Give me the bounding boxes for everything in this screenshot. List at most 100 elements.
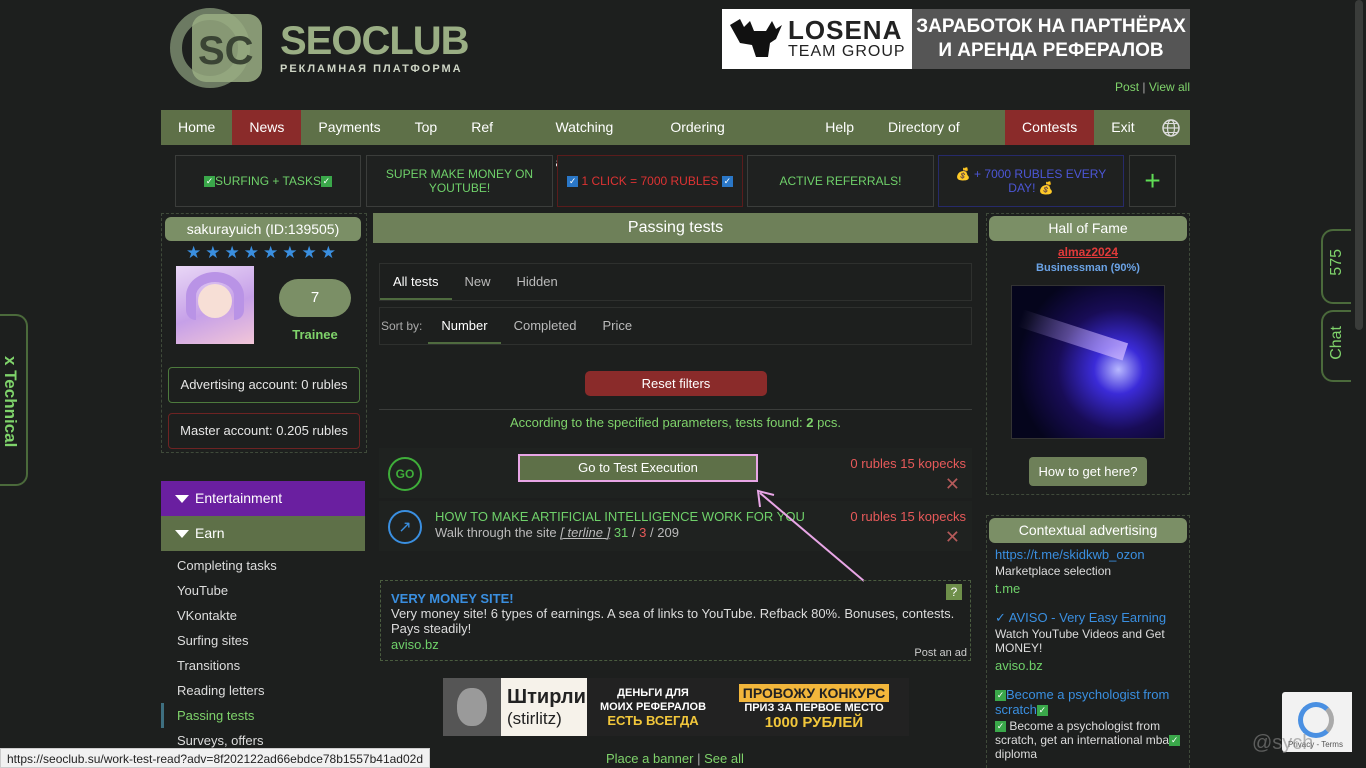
master-account[interactable]: Master account: 0.205 rubles bbox=[168, 413, 360, 449]
promo-surfing-tasks[interactable]: ✓ SURFING + TASKS ✓ bbox=[175, 155, 361, 207]
user-rank: Trainee bbox=[292, 327, 338, 342]
site-logo[interactable]: SC SEOCLUB РЕКЛАМНАЯ ПЛАТФОРМА bbox=[170, 8, 470, 88]
menu-passing-tests[interactable]: Passing tests bbox=[161, 703, 365, 728]
how-to-get-here-button[interactable]: How to get here? bbox=[1029, 457, 1147, 486]
hide-test-icon[interactable]: ✕ bbox=[945, 528, 960, 546]
nav-news[interactable]: News bbox=[232, 110, 302, 145]
check-icon: ✓ bbox=[320, 176, 332, 188]
menu-completing-tasks[interactable]: Completing tasks bbox=[161, 553, 365, 578]
nav-exit[interactable]: Exit bbox=[1094, 110, 1151, 145]
tab-all-tests[interactable]: All tests bbox=[380, 264, 452, 300]
ctx-ad-link[interactable]: ✓ Become a psychologist from scratch ✓ bbox=[995, 687, 1185, 717]
user-panel: sakurayuich (ID:139505) ★ ★ ★ ★ ★ ★ ★ ★ … bbox=[161, 213, 367, 453]
money-bag-icon: 💰 bbox=[955, 167, 971, 181]
menu-entertainment-label: Entertainment bbox=[195, 490, 283, 506]
test-tabs: All tests New Hidden bbox=[379, 263, 972, 301]
menu-earn-label: Earn bbox=[195, 525, 225, 541]
post-link[interactable]: Post bbox=[1115, 80, 1139, 94]
logo-mark-icon: SC bbox=[170, 8, 274, 88]
menu-transitions[interactable]: Transitions bbox=[161, 653, 365, 678]
nav-payments[interactable]: Payments bbox=[301, 110, 397, 145]
menu-surfing-sites[interactable]: Surfing sites bbox=[161, 628, 365, 653]
test-price: 0 rubles 15 kopecks bbox=[850, 509, 966, 524]
menu-entertainment[interactable]: Entertainment bbox=[161, 481, 365, 516]
chat-tab[interactable]: Chat bbox=[1321, 310, 1351, 382]
hide-test-icon[interactable]: ✕ bbox=[945, 475, 960, 493]
globe-icon[interactable] bbox=[1152, 110, 1190, 145]
banner-links: Place a banner | See all bbox=[606, 751, 744, 766]
text-ad[interactable]: ? VERY MONEY SITE! Very money site! 6 ty… bbox=[380, 580, 971, 661]
nav-help[interactable]: Help bbox=[808, 110, 871, 145]
ad-url[interactable]: aviso.bz bbox=[391, 637, 439, 652]
ctx-ad-desc-text: Become a psychologist from scratch, get … bbox=[995, 719, 1170, 747]
scrollbar[interactable] bbox=[1352, 0, 1366, 768]
technical-side-tab[interactable]: x Technical bbox=[0, 314, 28, 486]
portrait-image bbox=[443, 678, 501, 736]
hall-user[interactable]: almaz2024 bbox=[987, 245, 1189, 259]
username[interactable]: sakurayuich (ID:139505) bbox=[165, 217, 361, 241]
test-title[interactable]: HOW TO MAKE ARTIFICIAL INTELLIGENCE WORK… bbox=[435, 509, 805, 524]
sort-completed[interactable]: Completed bbox=[501, 308, 590, 344]
promo-label: SUPER MAKE MONEY ON YOUTUBE! bbox=[385, 167, 534, 195]
nav-ordering-advertising[interactable]: Ordering advertising bbox=[653, 110, 808, 170]
promo-7000-rubles[interactable]: 💰 + 7000 RUBLES EVERY DAY! 💰 bbox=[938, 155, 1124, 207]
view-all-link[interactable]: View all bbox=[1149, 80, 1190, 94]
slash: / bbox=[631, 525, 636, 540]
ctx-ad-link-text: Become a psychologist from scratch bbox=[995, 687, 1170, 717]
nav-contests[interactable]: Contests bbox=[1005, 110, 1095, 145]
reset-filters-button[interactable]: Reset filters bbox=[585, 371, 767, 396]
test-author[interactable]: terline bbox=[568, 525, 603, 540]
ctx-title: Contextual advertising bbox=[989, 518, 1187, 543]
avatar[interactable] bbox=[176, 266, 254, 344]
star-icon: ★ bbox=[282, 243, 298, 262]
scrollbar-thumb[interactable] bbox=[1355, 0, 1363, 330]
technical-label: x Technical bbox=[1, 356, 20, 448]
see-all-link[interactable]: See all bbox=[704, 751, 744, 766]
nav-watching-ads[interactable]: Watching ads bbox=[538, 110, 653, 170]
count-total: 209 bbox=[657, 525, 679, 540]
sort-price[interactable]: Price bbox=[589, 308, 645, 344]
star-icon: ★ bbox=[186, 243, 202, 262]
ctx-ad-url[interactable]: t.me bbox=[995, 581, 1020, 596]
promo-youtube[interactable]: SUPER MAKE MONEY ON YOUTUBE! bbox=[366, 155, 553, 207]
nav-ref-wall[interactable]: Ref Wall bbox=[454, 110, 538, 170]
menu-reading-letters[interactable]: Reading letters bbox=[161, 678, 365, 703]
hall-avatar[interactable] bbox=[1011, 285, 1165, 439]
nav-home[interactable]: Home bbox=[161, 110, 232, 145]
bb-r-3: 1000 РУБЛЕЙ bbox=[764, 713, 864, 731]
advertising-account[interactable]: Advertising account: 0 rubles bbox=[168, 367, 360, 403]
ctx-ad-url[interactable]: aviso.bz bbox=[995, 658, 1043, 673]
chat-label: Chat bbox=[1328, 326, 1345, 360]
menu-earn[interactable]: Earn bbox=[161, 516, 365, 551]
top-banner[interactable]: LOSENA TEAM GROUP ЗАРАБОТОК НА ПАРТНЁРАХ… bbox=[722, 9, 1190, 69]
go-to-test-button[interactable]: Go to Test Execution bbox=[518, 454, 758, 482]
ad-title[interactable]: VERY MONEY SITE! bbox=[391, 591, 514, 606]
online-count-tab[interactable]: 575 bbox=[1321, 229, 1351, 304]
logo-subtitle: РЕКЛАМНАЯ ПЛАТФОРМА bbox=[280, 63, 463, 75]
tab-hidden[interactable]: Hidden bbox=[504, 264, 571, 300]
ctx-ad-link[interactable]: ✓ AVISO - Very Easy Earning bbox=[995, 610, 1166, 626]
post-ad-link[interactable]: Post an ad bbox=[914, 647, 967, 659]
banner-brand-sub: TEAM GROUP bbox=[788, 43, 906, 60]
tab-new[interactable]: New bbox=[452, 264, 504, 300]
promo-one-click[interactable]: ✓ 1 CLICK = 7000 RUBLES ✓ bbox=[557, 155, 743, 207]
place-banner-link[interactable]: Place a banner bbox=[606, 751, 693, 766]
test-price: 0 rubles 15 kopecks bbox=[850, 456, 966, 471]
go-icon: GO bbox=[388, 457, 422, 491]
menu-youtube[interactable]: YouTube bbox=[161, 578, 365, 603]
bracket-open: [ bbox=[560, 525, 564, 540]
nav-directory-of-sites[interactable]: Directory of sites bbox=[871, 110, 1005, 170]
link-arrow-icon: ↗ bbox=[388, 510, 422, 544]
user-level: 7 bbox=[279, 279, 351, 317]
promo-active-referrals[interactable]: ACTIVE REFERRALS! bbox=[747, 155, 934, 207]
nav-top[interactable]: Top bbox=[398, 110, 455, 145]
sort-number[interactable]: Number bbox=[428, 308, 501, 344]
menu-vkontakte[interactable]: VKontakte bbox=[161, 603, 365, 628]
promo-label: ACTIVE REFERRALS! bbox=[779, 174, 902, 188]
add-promo-button[interactable]: + bbox=[1129, 155, 1176, 207]
ctx-ad-link[interactable]: https://t.me/skidkwb_ozon bbox=[995, 547, 1145, 562]
found-text: According to the specified parameters, t… bbox=[379, 409, 972, 437]
bottom-banner[interactable]: Штирлиц (stirlitz) ДЕНЬГИ ДЛЯ МОИХ РЕФЕР… bbox=[443, 678, 909, 736]
help-icon[interactable]: ? bbox=[946, 584, 962, 600]
triangle-down-icon bbox=[175, 495, 189, 504]
